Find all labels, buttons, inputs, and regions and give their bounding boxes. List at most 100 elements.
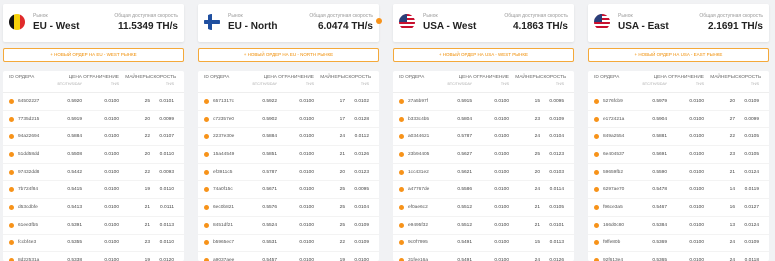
table-row[interactable]: e172421a 0.5904 0.0100 27 0.0099 bbox=[588, 111, 769, 129]
col-header-price[interactable]: ЦЕНА BTC/TH/S/DAY bbox=[445, 75, 473, 87]
order-limit: 0.0100 bbox=[494, 222, 509, 228]
order-speed: 0.0103 bbox=[549, 169, 564, 175]
col-header-speed[interactable]: СКОРОСТЬ TH/S bbox=[735, 75, 764, 87]
market-card[interactable]: Рынок USA - East Общая доступная скорост… bbox=[588, 4, 769, 42]
total-speed: 4.1863 TH/s bbox=[512, 21, 568, 32]
table-row[interactable]: d53cdbfe 0.5413 0.0100 21 0.0111 bbox=[3, 199, 184, 217]
col-header-speed[interactable]: СКОРОСТЬ TH/S bbox=[150, 75, 179, 87]
col-header-limit[interactable]: ОГРАНИЧЕНИЕ TH/S bbox=[472, 75, 509, 87]
table-row[interactable]: 9c0f7995 0.5491 0.0100 15 0.0113 bbox=[393, 235, 574, 253]
order-speed: 0.0123 bbox=[354, 169, 369, 175]
order-price: 0.5627 bbox=[457, 151, 472, 157]
belgium-flag-icon bbox=[9, 14, 25, 30]
table-row[interactable]: 1cc431e2 0.5621 0.0100 20 0.0103 bbox=[393, 164, 574, 182]
table-row[interactable]: 849a2554 0.5881 0.0100 22 0.0105 bbox=[588, 128, 769, 147]
table-row[interactable]: 15a44549 0.5851 0.0100 21 0.0126 bbox=[198, 146, 379, 164]
bitcoin-icon bbox=[594, 204, 599, 210]
order-price: 0.5413 bbox=[67, 204, 82, 210]
table-row[interactable]: 2237e30e 0.5884 0.0100 24 0.0112 bbox=[198, 128, 379, 147]
col-header-id[interactable]: ID ОРДЕРА bbox=[198, 75, 250, 81]
col-header-miners[interactable]: МАЙНЕРЫ bbox=[704, 75, 735, 81]
table-row[interactable]: b333c4b5 0.5804 0.0100 23 0.0109 bbox=[393, 111, 574, 129]
table-row[interactable]: 6ec0b821 0.5576 0.0100 25 0.0104 bbox=[198, 199, 379, 217]
new-order-button[interactable]: + НОВЫЙ ОРДЕР НА USA - WEST РЫНКЕ bbox=[393, 48, 574, 62]
table-row[interactable]: b5965ec7 0.5531 0.0100 22 0.0109 bbox=[198, 235, 379, 253]
new-order-button[interactable]: + НОВЫЙ ОРДЕР НА USA - EAST РЫНКЕ bbox=[588, 48, 769, 62]
order-price: 0.5442 bbox=[67, 169, 82, 175]
order-id: 51dd58dd bbox=[18, 151, 40, 157]
bitcoin-icon bbox=[399, 98, 404, 104]
order-miners: 21 bbox=[534, 204, 540, 210]
bitcoin-icon bbox=[399, 134, 404, 140]
table-row[interactable]: f9ffe80b 0.5369 0.0100 24 0.0109 bbox=[588, 235, 769, 253]
table-row[interactable]: 59659fb2 0.5590 0.0100 21 0.0124 bbox=[588, 164, 769, 182]
col-header-speed[interactable]: СКОРОСТЬ TH/S bbox=[540, 75, 569, 87]
bitcoin-icon bbox=[399, 116, 404, 122]
markets-board: Рынок EU - West Общая доступная скорость… bbox=[0, 0, 775, 261]
table-row[interactable]: a47767de 0.5586 0.0100 24 0.0114 bbox=[393, 181, 574, 200]
market-card[interactable]: Рынок USA - West Общая доступная скорост… bbox=[393, 4, 574, 42]
table-row[interactable]: e9495f32 0.5512 0.0100 21 0.0101 bbox=[393, 217, 574, 235]
table-row[interactable]: ef3911c5 0.5787 0.0100 20 0.0123 bbox=[198, 164, 379, 182]
table-row[interactable]: 51dd58dd 0.5508 0.0100 20 0.0110 bbox=[3, 146, 184, 164]
bitcoin-icon bbox=[594, 187, 599, 193]
order-limit: 0.0100 bbox=[299, 222, 314, 228]
speed-label: Общая доступная скорость bbox=[504, 13, 568, 19]
order-price: 0.5904 bbox=[652, 116, 667, 122]
table-row[interactable]: 7735d215 0.5919 0.0100 20 0.0099 bbox=[3, 111, 184, 129]
order-speed: 0.0109 bbox=[354, 222, 369, 228]
table-row[interactable]: fccbf4e3 0.5355 0.0100 23 0.0110 bbox=[3, 235, 184, 253]
col-header-limit[interactable]: ОГРАНИЧЕНИЕ TH/S bbox=[667, 75, 704, 87]
col-header-miners[interactable]: МАЙНЕРЫ bbox=[119, 75, 150, 81]
table-row[interactable]: 7b724f84 0.5415 0.0100 19 0.0110 bbox=[3, 181, 184, 200]
table-row[interactable]: 74a0f15c 0.5671 0.0100 25 0.0095 bbox=[198, 181, 379, 200]
table-row[interactable]: 166d0c80 0.5384 0.0100 13 0.0124 bbox=[588, 217, 769, 235]
bitcoin-icon bbox=[9, 134, 14, 140]
bitcoin-icon bbox=[9, 151, 14, 157]
order-speed: 0.0099 bbox=[744, 116, 759, 122]
col-header-id[interactable]: ID ОРДЕРА bbox=[588, 75, 640, 81]
table-row[interactable]: 8451df21 0.5524 0.0100 25 0.0109 bbox=[198, 217, 379, 235]
col-header-price[interactable]: ЦЕНА BTC/TH/S/DAY bbox=[55, 75, 83, 87]
order-miners: 19 bbox=[144, 187, 150, 193]
table-row[interactable]: a0344621 0.5787 0.0100 24 0.0104 bbox=[393, 128, 574, 147]
order-id: 6e404537 bbox=[603, 151, 625, 157]
table-row[interactable]: f96ce3a5 0.5467 0.0100 16 0.0127 bbox=[588, 199, 769, 217]
new-order-button[interactable]: + НОВЫЙ ОРДЕР НА EU - NORTH РЫНКЕ bbox=[198, 48, 379, 62]
order-miners: 20 bbox=[144, 116, 150, 122]
table-row[interactable]: 6571317c 0.5922 0.0100 17 0.0102 bbox=[198, 93, 379, 111]
order-price: 0.5524 bbox=[262, 222, 277, 228]
col-header-price[interactable]: ЦЕНА BTC/TH/S/DAY bbox=[640, 75, 668, 87]
col-header-limit[interactable]: ОГРАНИЧЕНИЕ TH/S bbox=[277, 75, 314, 87]
table-row[interactable]: 94a22694 0.5884 0.0100 22 0.0107 bbox=[3, 128, 184, 147]
col-header-miners[interactable]: МАЙНЕРЫ bbox=[509, 75, 540, 81]
table-row[interactable]: ef0ae6c2 0.5512 0.0100 21 0.0105 bbox=[393, 199, 574, 217]
col-header-id[interactable]: ID ОРДЕРА bbox=[393, 75, 445, 81]
col-header-limit[interactable]: ОГРАНИЧЕНИЕ TH/S bbox=[82, 75, 119, 87]
order-price: 0.5671 bbox=[262, 187, 277, 193]
table-row[interactable]: 64502227 0.5920 0.0100 25 0.0101 bbox=[3, 93, 184, 111]
market-card[interactable]: Рынок EU - North Общая доступная скорост… bbox=[198, 4, 382, 42]
order-price: 0.5576 bbox=[262, 204, 277, 210]
col-header-speed[interactable]: СКОРОСТЬ TH/S bbox=[345, 75, 374, 87]
table-row[interactable]: 61ee3fb5 0.5391 0.0100 21 0.0113 bbox=[3, 217, 184, 235]
table-row[interactable]: 5276fcb9 0.5979 0.0100 20 0.0109 bbox=[588, 93, 769, 111]
order-id: ef0ae6c2 bbox=[408, 204, 428, 210]
table-row[interactable]: 23b94405 0.5627 0.0100 25 0.0123 bbox=[393, 146, 574, 164]
order-miners: 24 bbox=[534, 187, 540, 193]
order-id: 2237e30e bbox=[213, 134, 235, 140]
order-limit: 0.0100 bbox=[494, 134, 509, 140]
col-header-id[interactable]: ID ОРДЕРА bbox=[3, 75, 55, 81]
col-header-price[interactable]: ЦЕНА BTC/TH/S/DAY bbox=[250, 75, 278, 87]
table-row[interactable]: 97432dd8 0.5442 0.0100 22 0.0093 bbox=[3, 164, 184, 182]
table-row[interactable]: 6297ae70 0.5478 0.0100 14 0.0119 bbox=[588, 181, 769, 200]
new-order-button[interactable]: + НОВЫЙ ОРДЕР НА EU - WEST РЫНКЕ bbox=[3, 48, 184, 62]
table-row[interactable]: 27a5b97f 0.5915 0.0100 15 0.0095 bbox=[393, 93, 574, 111]
order-speed: 0.0105 bbox=[744, 134, 759, 140]
market-card[interactable]: Рынок EU - West Общая доступная скорость… bbox=[3, 4, 184, 42]
col-header-miners[interactable]: МАЙНЕРЫ bbox=[314, 75, 345, 81]
table-row[interactable]: c72357e0 0.5902 0.0100 17 0.0128 bbox=[198, 111, 379, 129]
table-row[interactable]: 6e404537 0.5691 0.0100 23 0.0105 bbox=[588, 146, 769, 164]
table-header: ID ОРДЕРА ЦЕНА BTC/TH/S/DAY ОГРАНИЧЕНИЕ TH/S… bbox=[198, 71, 379, 93]
bitcoin-icon bbox=[9, 240, 14, 246]
